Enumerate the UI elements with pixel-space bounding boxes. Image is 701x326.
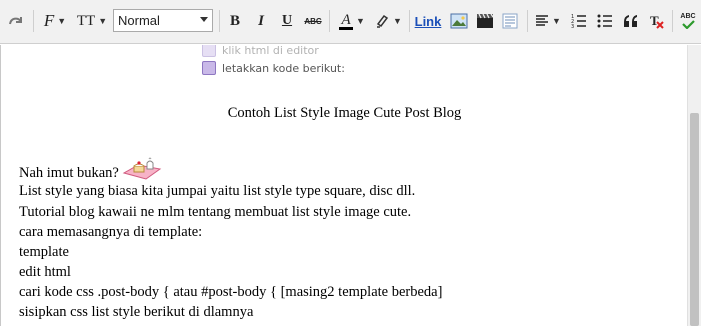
jump-break-icon: [502, 13, 518, 29]
toolbar-separator: [33, 10, 34, 32]
link-label: Link: [414, 13, 442, 29]
spellcheck-icon: ABC: [680, 13, 696, 29]
paragraph-style-value: Normal: [118, 13, 160, 28]
cake-emoticon-icon: [122, 157, 162, 180]
toolbar-separator: [219, 10, 220, 32]
bold-button[interactable]: B: [225, 8, 245, 34]
text-color-button[interactable]: A ▼: [335, 8, 369, 34]
insert-video-button[interactable]: [474, 8, 496, 34]
redo-icon: [9, 17, 22, 25]
faded-instruction-text: klik html di editor: [222, 45, 319, 57]
post-title: Contoh List Style Image Cute Post Blog: [1, 105, 687, 122]
bullet-image-icon: [202, 45, 216, 57]
post-title-text: Contoh List Style Image Cute Post Blog: [227, 105, 462, 121]
content-line: edit html: [19, 264, 71, 281]
content-line-text: sisipkan css list style berikut di dlamn…: [19, 304, 254, 320]
editor-toolbar: F ▼ TT ▼ Normal B I U ABC A ▼ ▼ Link ▼ 1…: [0, 0, 701, 44]
chevron-down-icon: ▼: [552, 16, 561, 26]
redo-button[interactable]: [4, 8, 28, 34]
faded-instruction-line: letakkan kode berikut:: [202, 61, 345, 75]
chevron-down-icon: ▼: [393, 16, 402, 26]
chevron-down-icon: ▼: [98, 16, 108, 26]
toolbar-separator: [672, 10, 673, 32]
content-line-text: Tutorial blog kawaii ne mlm tentang memb…: [19, 204, 412, 220]
align-icon: [536, 15, 549, 26]
strikethrough-button[interactable]: ABC: [302, 8, 324, 34]
chevron-down-icon: [200, 17, 208, 22]
faded-instruction-text: letakkan kode berikut:: [222, 61, 345, 75]
content-line-text: edit html: [19, 264, 71, 280]
jump-break-button[interactable]: [499, 8, 521, 34]
strikethrough-icon: ABC: [304, 16, 322, 26]
content-line-text: cara memasangnya di template:: [19, 224, 203, 240]
align-button[interactable]: ▼: [532, 8, 564, 34]
svg-text:T: T: [650, 13, 659, 28]
paragraph-style-select[interactable]: Normal: [113, 9, 213, 32]
content-line-text: cari kode css .post-body { atau #post-bo…: [19, 284, 443, 300]
blockquote-icon: [624, 15, 637, 27]
numbered-list-button[interactable]: 123: [569, 8, 589, 34]
content-line: cara memasangnya di template:: [19, 224, 202, 241]
toolbar-separator: [527, 10, 528, 32]
content-line-text: Nah imut bukan?: [19, 165, 119, 181]
content-line: Tutorial blog kawaii ne mlm tentang memb…: [19, 204, 411, 221]
content-line: cari kode css .post-body { atau #post-bo…: [19, 284, 442, 301]
svg-text:3: 3: [571, 24, 574, 29]
font-family-button[interactable]: F ▼: [39, 8, 71, 34]
font-family-icon: F: [43, 11, 55, 30]
bullet-list-button[interactable]: [595, 8, 615, 34]
content-line: sisipkan css list style berikut di dlamn…: [19, 304, 253, 321]
highlight-button[interactable]: ▼: [372, 8, 404, 34]
link-button[interactable]: Link: [414, 8, 442, 34]
font-size-button[interactable]: TT ▼: [74, 8, 110, 34]
clear-format-icon: T: [650, 13, 664, 29]
italic-icon: I: [258, 12, 264, 29]
toolbar-separator: [409, 10, 410, 32]
font-size-icon: TT: [76, 12, 96, 29]
insert-image-button[interactable]: [448, 8, 470, 34]
image-icon: [450, 13, 468, 29]
underline-icon: U: [281, 13, 293, 28]
underline-button[interactable]: U: [277, 8, 297, 34]
post-editor-area[interactable]: klik html di editor letakkan kode beriku…: [0, 45, 687, 326]
content-line: List style yang biasa kita jumpai yaitu …: [19, 183, 415, 200]
bold-icon: B: [229, 12, 240, 29]
spellcheck-button[interactable]: ABC: [677, 8, 699, 34]
italic-button[interactable]: I: [251, 8, 271, 34]
video-icon: [477, 13, 494, 28]
faded-instruction-line: klik html di editor: [202, 45, 319, 57]
chevron-down-icon: ▼: [57, 16, 67, 26]
content-line-text: List style yang biasa kita jumpai yaitu …: [19, 183, 416, 199]
content-line: template: [19, 244, 69, 261]
vertical-scrollbar[interactable]: [687, 45, 701, 326]
text-color-icon: A: [339, 12, 354, 30]
bullet-list-icon: [597, 14, 612, 28]
highlight-icon: [376, 14, 389, 28]
content-line-text: template: [19, 244, 69, 260]
chevron-down-icon: ▼: [356, 16, 365, 26]
clear-format-button[interactable]: T: [647, 8, 667, 34]
scrollbar-thumb[interactable]: [690, 113, 699, 326]
content-line: Nah imut bukan?: [19, 157, 162, 182]
blockquote-button[interactable]: [621, 8, 641, 34]
bullet-image-icon: [202, 61, 216, 75]
numbered-list-icon: 123: [571, 14, 586, 29]
toolbar-separator: [329, 10, 330, 32]
